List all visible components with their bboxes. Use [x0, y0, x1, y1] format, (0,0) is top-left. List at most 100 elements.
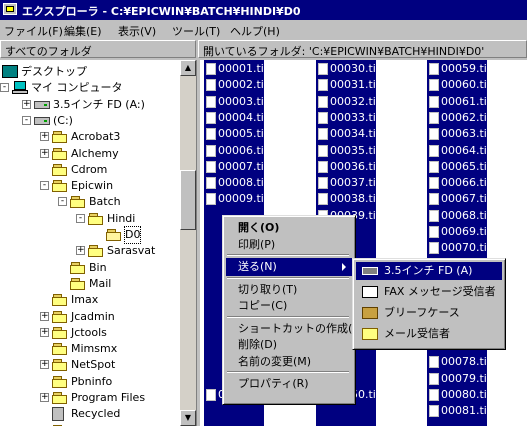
file-item[interactable]: 00080.tif — [427, 387, 491, 403]
file-item[interactable]: 00036.tif — [316, 159, 380, 175]
file-item[interactable]: 00081.tif — [427, 403, 491, 419]
file-item[interactable]: 00007.tif — [204, 159, 268, 175]
context-menu-item[interactable]: プロパティ(R) — [226, 375, 352, 393]
menu-edit[interactable]: 編集(E) — [64, 23, 102, 39]
tree-item[interactable]: - Batch — [0, 194, 180, 210]
context-menu-item[interactable]: 削除(D) — [226, 336, 352, 354]
file-item[interactable]: 00065.tif — [427, 159, 491, 175]
collapse-toggle[interactable]: - — [0, 83, 9, 93]
file-item[interactable]: 00070.tif — [427, 240, 491, 256]
context-menu-item[interactable]: 切り取り(T) — [226, 281, 352, 299]
tree-item[interactable]: Mimsmx — [0, 341, 180, 357]
send-to-item[interactable]: メール受信者 — [356, 325, 502, 343]
tree-item[interactable]: - Epicwin — [0, 178, 180, 194]
scroll-up-arrow[interactable]: ▲ — [180, 60, 196, 76]
tree-item[interactable]: デスクトップ — [0, 64, 180, 80]
file-item[interactable]: 00003.tif — [204, 94, 268, 110]
file-item[interactable]: 00004.tif — [204, 110, 268, 126]
context-menu-item[interactable]: 名前の変更(M) — [226, 353, 352, 371]
file-item[interactable]: 00059.tif — [427, 61, 491, 77]
scroll-down-arrow[interactable]: ▼ — [180, 410, 196, 426]
menu-help[interactable]: ヘルプ(H) — [230, 23, 280, 39]
tree-item[interactable]: Bin — [0, 260, 180, 276]
tree-item[interactable]: Pbninfo — [0, 374, 180, 390]
file-item[interactable]: 00001.tif — [204, 61, 268, 77]
tree-item[interactable]: +Tranxit — [0, 423, 180, 426]
send-to-item[interactable]: ブリーフケース — [356, 304, 502, 322]
tree-item[interactable]: - マイ コンピュータ — [0, 80, 180, 96]
tree-item[interactable]: + NetSpot — [0, 357, 180, 373]
send-to-item[interactable]: 3.5インチ FD (A) — [356, 262, 502, 280]
folder-tree[interactable]: デスクトップ - マイ コンピュータ +3.5インチ FD (A:) - (C:) + Acr… — [0, 60, 197, 426]
context-menu-item[interactable]: 印刷(P) — [226, 236, 352, 254]
context-menu-item[interactable]: 送る(N) — [226, 258, 352, 276]
expand-toggle[interactable]: + — [40, 327, 49, 337]
file-item[interactable]: 00034.tif — [316, 126, 380, 142]
file-item[interactable]: 00068.tif — [427, 208, 491, 224]
send-to-item[interactable]: FAX メッセージ受信者 — [356, 283, 502, 301]
tree-item[interactable]: + Acrobat3 — [0, 129, 180, 145]
tree-scrollbar[interactable]: ▲ ▼ — [180, 60, 196, 426]
file-item[interactable]: 00069.tif — [427, 224, 491, 240]
expand-toggle[interactable]: + — [40, 360, 49, 370]
tree-item[interactable]: + Alchemy — [0, 146, 180, 162]
tree-item[interactable]: +3.5インチ FD (A:) — [0, 97, 180, 113]
tree-item[interactable]: + Jcadmin — [0, 309, 180, 325]
expand-toggle[interactable]: + — [22, 99, 31, 109]
file-item[interactable]: 00009.tif — [204, 191, 268, 207]
menu-file[interactable]: ファイル(F) — [4, 23, 63, 39]
file-item[interactable]: 00063.tif — [427, 126, 491, 142]
tree-item[interactable]: - Hindi — [0, 211, 180, 227]
tree-item[interactable]: Recycled — [0, 406, 180, 422]
file-item[interactable]: 00067.tif — [427, 191, 491, 207]
tree-item-label: Tranxit — [71, 423, 108, 426]
file-item[interactable]: 00005.tif — [204, 126, 268, 142]
tree-item[interactable]: Mail — [0, 276, 180, 292]
expand-toggle[interactable]: + — [40, 148, 49, 158]
tree-item[interactable]: - (C:) — [0, 113, 180, 129]
file-item[interactable]: 00006.tif — [204, 143, 268, 159]
tif-file-icon — [318, 128, 328, 141]
file-item[interactable]: 00066.tif — [427, 175, 491, 191]
context-menu-item[interactable]: コピー(C) — [226, 297, 352, 315]
menu-tools[interactable]: ツール(T) — [172, 23, 220, 39]
tree-item[interactable]: D0 — [0, 226, 180, 244]
folder-icon — [88, 212, 104, 225]
file-item[interactable]: 00008.tif — [204, 175, 268, 191]
expand-toggle[interactable]: + — [40, 311, 49, 321]
file-item[interactable]: 00062.tif — [427, 110, 491, 126]
scroll-thumb[interactable] — [180, 170, 196, 230]
tree-item[interactable]: Imax — [0, 292, 180, 308]
file-item[interactable]: 00038.tif — [316, 191, 380, 207]
collapse-toggle[interactable]: - — [58, 197, 67, 207]
tree-item[interactable]: + Program Files — [0, 390, 180, 406]
collapse-toggle[interactable]: - — [76, 213, 85, 223]
expand-toggle[interactable]: + — [40, 393, 49, 402]
file-item[interactable]: 00037.tif — [316, 175, 380, 191]
menu-view[interactable]: 表示(V) — [118, 23, 156, 39]
file-item[interactable]: 00061.tif — [427, 94, 491, 110]
file-item[interactable]: 00078.tif — [427, 354, 491, 370]
tree-item[interactable]: Cdrom — [0, 162, 180, 178]
collapse-toggle[interactable]: - — [40, 181, 49, 191]
file-item[interactable]: 00035.tif — [316, 143, 380, 159]
context-menu: 開く(O) 印刷(P) 送る(N) 切り取り(T) コピー(C) ショートカットの作成(S… — [222, 215, 364, 405]
tree-item[interactable]: + Jctools — [0, 325, 180, 341]
tree-item-label: Jctools — [71, 325, 107, 339]
file-item[interactable]: 00079.tif — [427, 371, 491, 387]
context-menu-item[interactable]: 開く(O) — [226, 219, 352, 237]
collapse-toggle[interactable]: - — [22, 115, 31, 125]
expand-toggle[interactable]: + — [76, 246, 85, 256]
file-item[interactable]: 00031.tif — [316, 77, 380, 93]
expand-toggle[interactable]: + — [40, 132, 49, 142]
file-item[interactable]: 00002.tif — [204, 77, 268, 93]
file-item[interactable]: 00060.tif — [427, 77, 491, 93]
tif-file-icon — [206, 63, 216, 75]
context-menu-item[interactable]: ショートカットの作成(S) — [226, 320, 364, 338]
file-item[interactable]: 00030.tif — [316, 61, 380, 77]
file-item[interactable]: 00033.tif — [316, 110, 380, 126]
explorer-app-icon[interactable] — [3, 3, 17, 15]
tree-item[interactable]: + Sarasvat — [0, 243, 180, 259]
file-item[interactable]: 00064.tif — [427, 143, 491, 159]
file-item[interactable]: 00032.tif — [316, 94, 380, 110]
